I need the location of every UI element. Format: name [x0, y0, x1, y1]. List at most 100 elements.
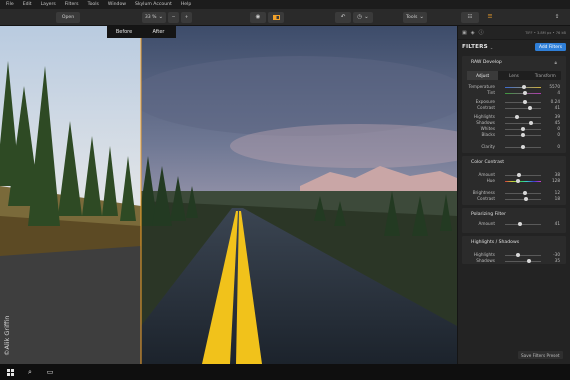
hue-value[interactable]: 128	[552, 178, 560, 183]
polarizing-filter-header[interactable]: Polarizing Filter	[462, 208, 566, 221]
temperature-value[interactable]: 5570	[549, 84, 560, 89]
contrast-slider-row: Contrast 41	[466, 105, 562, 111]
open-label: Open	[61, 15, 75, 20]
sliders-icon: ☰	[487, 13, 493, 20]
brightness-slider-handle[interactable]	[523, 191, 528, 195]
raw-group-exposure: Exposure 0.24 Contrast 41	[462, 99, 566, 111]
tab-transform[interactable]: Transform	[530, 71, 561, 80]
highlights-value[interactable]: 39	[555, 114, 560, 119]
zoom-dropdown[interactable]: 33 % ⌄	[142, 12, 166, 23]
tab-adjust[interactable]: Adjust	[467, 71, 499, 80]
compare-icon	[272, 15, 280, 20]
layers-icon[interactable]: ◈	[471, 30, 475, 36]
preview-eye-button[interactable]: ◉	[250, 12, 266, 23]
contrast-slider-handle[interactable]	[528, 106, 533, 110]
whites-value[interactable]: 0	[557, 126, 560, 131]
highlights-value[interactable]: -30	[553, 252, 560, 257]
contrast-value[interactable]: 41	[555, 105, 560, 110]
amount-slider-handle[interactable]	[516, 173, 521, 177]
tint-slider-row: Tint 4	[466, 90, 562, 96]
contrast-value[interactable]: 18	[555, 196, 560, 201]
save-filters-preset-button[interactable]: Save Filters Preset	[518, 351, 563, 359]
menu-item-edit[interactable]: Edit	[23, 2, 32, 7]
highlights-shadows-group: Highlights -30 Shadows 35	[462, 252, 566, 264]
image-viewer[interactable]: Before After ©Alik Griffin	[0, 26, 457, 364]
zoom-in-label: +	[184, 15, 189, 20]
filters-title[interactable]: FILTERS	[462, 44, 488, 50]
after-label: After	[141, 26, 176, 38]
toolbar: Open 33 % ⌄ − + ◉ ↶ ◷ ⌄ Tools ⌄ ☷ ☰ ⇪	[0, 9, 570, 26]
looks-panel-button[interactable]: ☷	[461, 12, 479, 23]
whites-slider-handle[interactable]	[521, 127, 525, 131]
add-filters-button[interactable]: Add Filters	[534, 43, 566, 51]
clarity-slider-handle[interactable]	[521, 145, 525, 149]
raw-group-tones: Highlights 39 Shadows 45 Whites 0 Blacks 0	[462, 114, 566, 138]
history-button[interactable]: ◷ ⌄	[353, 12, 373, 23]
zoom-in-button[interactable]: +	[181, 12, 192, 23]
contrast-slider[interactable]	[505, 198, 541, 200]
chevron-down-icon: ⌄	[419, 13, 424, 20]
zoom-out-button[interactable]: −	[168, 12, 179, 23]
clarity-value[interactable]: 0	[557, 144, 560, 149]
menu-item-skylum-account[interactable]: Skylum Account	[135, 2, 172, 7]
blacks-value[interactable]: 0	[557, 132, 560, 137]
menu-item-filters[interactable]: Filters	[65, 2, 79, 7]
polarizing-filter-section: Polarizing Filter Amount 41	[462, 208, 566, 233]
highlights-slider[interactable]	[505, 116, 541, 118]
blacks-slider-handle[interactable]	[521, 133, 525, 137]
open-button[interactable]: Open	[56, 12, 80, 23]
chevron-down-icon: ⌄	[158, 13, 164, 20]
task-view-icon[interactable]: ▭	[40, 364, 60, 380]
temperature-slider-handle[interactable]	[521, 85, 526, 89]
hue-slider-row: Hue 128	[466, 178, 562, 184]
highlights-slider[interactable]	[505, 254, 541, 256]
search-icon[interactable]: ⌕	[20, 364, 40, 380]
highlights-slider-handle[interactable]	[515, 253, 520, 257]
chevron-down-icon[interactable]: ⌄	[490, 45, 493, 50]
tint-slider-handle[interactable]	[522, 91, 527, 95]
amount-value[interactable]: 41	[555, 221, 560, 226]
highlights-slider-handle[interactable]	[514, 115, 519, 119]
hue-slider[interactable]	[505, 180, 541, 182]
menu-item-window[interactable]: Window	[108, 2, 126, 7]
shadows-value[interactable]: 35	[555, 258, 560, 263]
amount-slider-handle[interactable]	[517, 222, 522, 226]
color-contrast-header[interactable]: Color Contrast	[462, 156, 566, 169]
shadows-slider-handle[interactable]	[528, 121, 533, 125]
contrast-slider[interactable]	[505, 107, 541, 109]
hue-slider-handle[interactable]	[515, 179, 520, 183]
shadows-slider-handle[interactable]	[527, 259, 532, 263]
menu-item-file[interactable]: File	[6, 2, 14, 7]
contrast-slider-handle[interactable]	[524, 197, 529, 201]
tab-lens[interactable]: Lens	[498, 71, 529, 80]
shadows-slider[interactable]	[505, 260, 541, 262]
menu-item-layers[interactable]: Layers	[41, 2, 56, 7]
share-button[interactable]: ⇪	[550, 12, 564, 23]
amount-slider[interactable]	[505, 174, 541, 176]
shadows-slider[interactable]	[505, 122, 541, 124]
amount-slider[interactable]	[505, 223, 541, 225]
contrast-label: Contrast	[477, 105, 495, 110]
menu-item-tools[interactable]: Tools	[88, 2, 99, 7]
tint-value[interactable]: 4	[557, 90, 560, 95]
amount-value[interactable]: 38	[555, 172, 560, 177]
whites-label: Whites	[480, 126, 495, 131]
raw-develop-header[interactable]: RAW Develop 🔒︎	[462, 56, 566, 69]
highlights-shadows-header[interactable]: Highlights / Shadows	[462, 236, 566, 249]
clarity-label: Clarity	[481, 144, 495, 149]
menu-item-help[interactable]: Help	[181, 2, 191, 7]
info-icon[interactable]: ⓘ	[479, 29, 484, 36]
contrast-slider-row: Contrast 18	[466, 196, 562, 202]
lock-icon[interactable]: 🔒︎	[555, 60, 557, 66]
compare-button[interactable]	[268, 12, 284, 23]
image-icon[interactable]: ▣	[462, 30, 467, 36]
shadows-value[interactable]: 45	[555, 120, 560, 125]
temperature-label: Temperature	[468, 84, 495, 89]
exposure-slider-handle[interactable]	[523, 100, 528, 104]
tools-dropdown[interactable]: Tools ⌄	[403, 12, 427, 23]
exposure-value[interactable]: 0.24	[551, 99, 560, 104]
windows-start-icon[interactable]	[0, 364, 20, 380]
brightness-value[interactable]: 12	[555, 190, 560, 195]
undo-button[interactable]: ↶	[335, 12, 351, 23]
filters-panel-button[interactable]: ☰	[481, 12, 499, 23]
